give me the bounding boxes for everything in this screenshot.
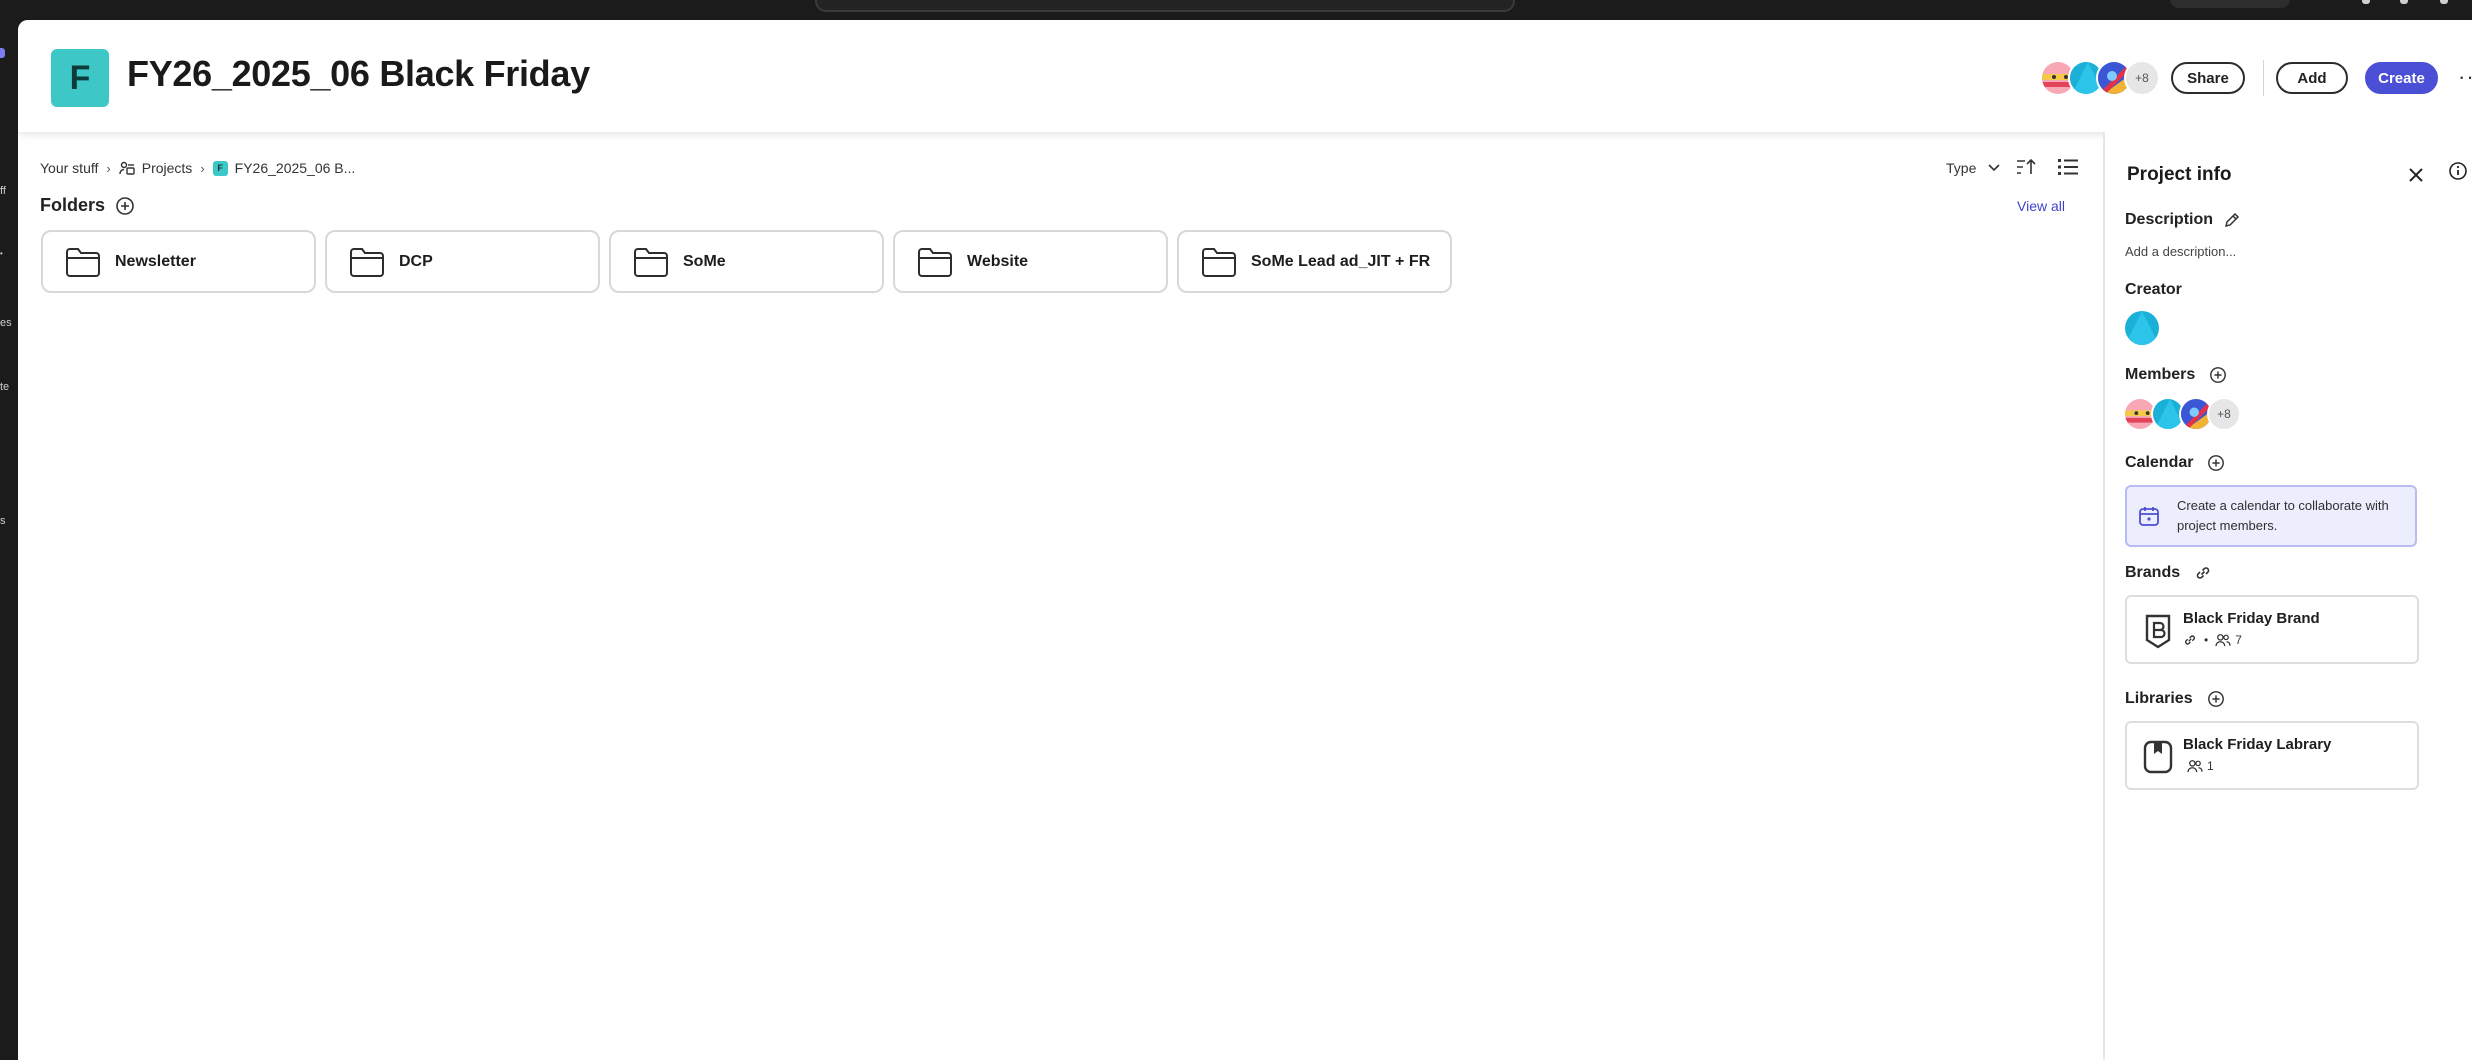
account-pill[interactable] (2170, 0, 2290, 8)
brand-card[interactable]: Black Friday Brand • 7 (2125, 595, 2419, 664)
add-calendar-icon[interactable] (2207, 454, 2225, 472)
folders-heading: Folders (40, 195, 135, 216)
rail-item-label[interactable]: es (0, 317, 12, 329)
folder-icon (1202, 247, 1236, 277)
chevron-right-icon: › (200, 160, 205, 176)
users-icon (2187, 760, 2203, 773)
brand-name: Black Friday Brand (2183, 610, 2320, 627)
link-icon[interactable] (2194, 564, 2212, 582)
project-header: F FY26_2025_06 Black Friday +8 Share Add… (18, 20, 2472, 132)
rail-active-indicator (0, 48, 5, 58)
description-section-header: Description (2125, 211, 2241, 229)
library-card[interactable]: Black Friday Labrary 1 (2125, 721, 2419, 790)
folder-card[interactable]: DCP (325, 230, 600, 293)
close-icon[interactable] (2405, 164, 2427, 186)
members-section-header: Members (2125, 366, 2227, 384)
browser-chrome (0, 0, 2472, 20)
library-name: Black Friday Labrary (2183, 736, 2332, 753)
brands-label: Brands (2125, 564, 2181, 581)
project-info-panel: Project info Description Add a descripti… (2103, 132, 2472, 1060)
window-control-icon[interactable] (2400, 0, 2408, 4)
folder-icon (918, 247, 952, 277)
libraries-label: Libraries (2125, 690, 2193, 707)
members-label: Members (2125, 366, 2196, 383)
chevron-right-icon: › (106, 160, 111, 176)
add-button[interactable]: Add (2276, 62, 2348, 94)
library-meta: 1 (2187, 759, 2214, 773)
calendar-label: Calendar (2125, 454, 2194, 471)
creator-label: Creator (2125, 281, 2182, 298)
add-library-icon[interactable] (2207, 690, 2225, 708)
folder-icon (66, 247, 100, 277)
folder-name: SoMe (683, 252, 726, 270)
chevron-down-icon (1988, 164, 2000, 172)
type-filter-dropdown[interactable]: Type (1946, 156, 2000, 180)
window-control-icon[interactable] (2362, 0, 2370, 4)
brand-meta: • 7 (2183, 633, 2242, 647)
folder-icon (634, 247, 668, 277)
folder-card[interactable]: Newsletter (41, 230, 316, 293)
project-mini-tile-icon: F (212, 160, 228, 176)
calendar-section-header: Calendar (2125, 454, 2225, 472)
folder-name: SoMe Lead ad_JIT + FR (1251, 252, 1431, 270)
projects-icon (119, 160, 135, 176)
left-nav-rail: ff • es te s (0, 20, 18, 1060)
more-actions-icon[interactable]: ··· (2458, 64, 2472, 90)
breadcrumb-current[interactable]: FY26_2025_06 B... (235, 160, 356, 176)
share-button[interactable]: Share (2171, 62, 2245, 94)
add-member-icon[interactable] (2209, 366, 2227, 384)
create-calendar-prompt[interactable]: Create a calendar to collaborate with pr… (2125, 485, 2417, 547)
link-icon (2185, 635, 2195, 645)
edit-pencil-icon[interactable] (2223, 211, 2241, 229)
creator-avatar[interactable] (2125, 311, 2159, 345)
panel-title: Project info (2127, 164, 2232, 185)
description-label: Description (2125, 211, 2214, 228)
header-divider (2263, 60, 2264, 96)
breadcrumb-your-stuff[interactable]: Your stuff (40, 160, 98, 176)
meta-separator: • (2204, 633, 2209, 647)
list-view-icon[interactable] (2055, 154, 2081, 180)
project-page: F FY26_2025_06 Black Friday +8 Share Add… (18, 20, 2472, 1060)
rail-item-label[interactable]: te (0, 381, 9, 393)
global-search-bar[interactable] (815, 0, 1515, 12)
library-member-count: 1 (2207, 759, 2214, 773)
rail-item-label[interactable]: s (0, 515, 6, 527)
project-avatar-tile: F (51, 49, 109, 107)
view-all-link[interactable]: View all (2017, 198, 2065, 214)
type-filter-label: Type (1946, 160, 1977, 176)
brands-section-header: Brands (2125, 564, 2212, 582)
breadcrumb-projects[interactable]: Projects (142, 160, 193, 176)
members-overflow-count[interactable]: +8 (2207, 397, 2241, 431)
page-title: FY26_2025_06 Black Friday (127, 53, 590, 94)
calendar-prompt-text: Create a calendar to collaborate with pr… (2177, 498, 2389, 533)
calendar-icon (2139, 507, 2159, 526)
users-icon (2215, 634, 2231, 647)
breadcrumb: Your stuff › Projects › F FY26_2025_06 B… (40, 156, 355, 180)
window-control-icon[interactable] (2440, 0, 2448, 4)
folder-name: Website (967, 252, 1029, 270)
folder-card[interactable]: Website (893, 230, 1168, 293)
project-initial: F (69, 58, 91, 97)
folder-card[interactable]: SoMe Lead ad_JIT + FR (1177, 230, 1452, 293)
info-icon[interactable] (2443, 156, 2472, 186)
brand-member-count: 7 (2235, 633, 2242, 647)
libraries-section-header: Libraries (2125, 690, 2225, 708)
brand-icon (2145, 614, 2171, 649)
folder-icon (350, 247, 384, 277)
add-folder-icon[interactable] (115, 196, 135, 216)
folder-name: DCP (399, 252, 433, 270)
members-overflow-count[interactable]: +8 (2124, 60, 2160, 96)
folders-title: Folders (40, 195, 106, 215)
sort-icon[interactable] (2013, 154, 2039, 180)
rail-item-label[interactable]: ff (0, 185, 6, 197)
create-button[interactable]: Create (2365, 62, 2438, 94)
library-icon (2143, 740, 2173, 774)
folder-name: Newsletter (115, 252, 196, 270)
folder-card[interactable]: SoMe (609, 230, 884, 293)
description-input[interactable]: Add a description... (2125, 244, 2236, 259)
member-avatars-panel[interactable]: +8 (2123, 397, 2263, 431)
